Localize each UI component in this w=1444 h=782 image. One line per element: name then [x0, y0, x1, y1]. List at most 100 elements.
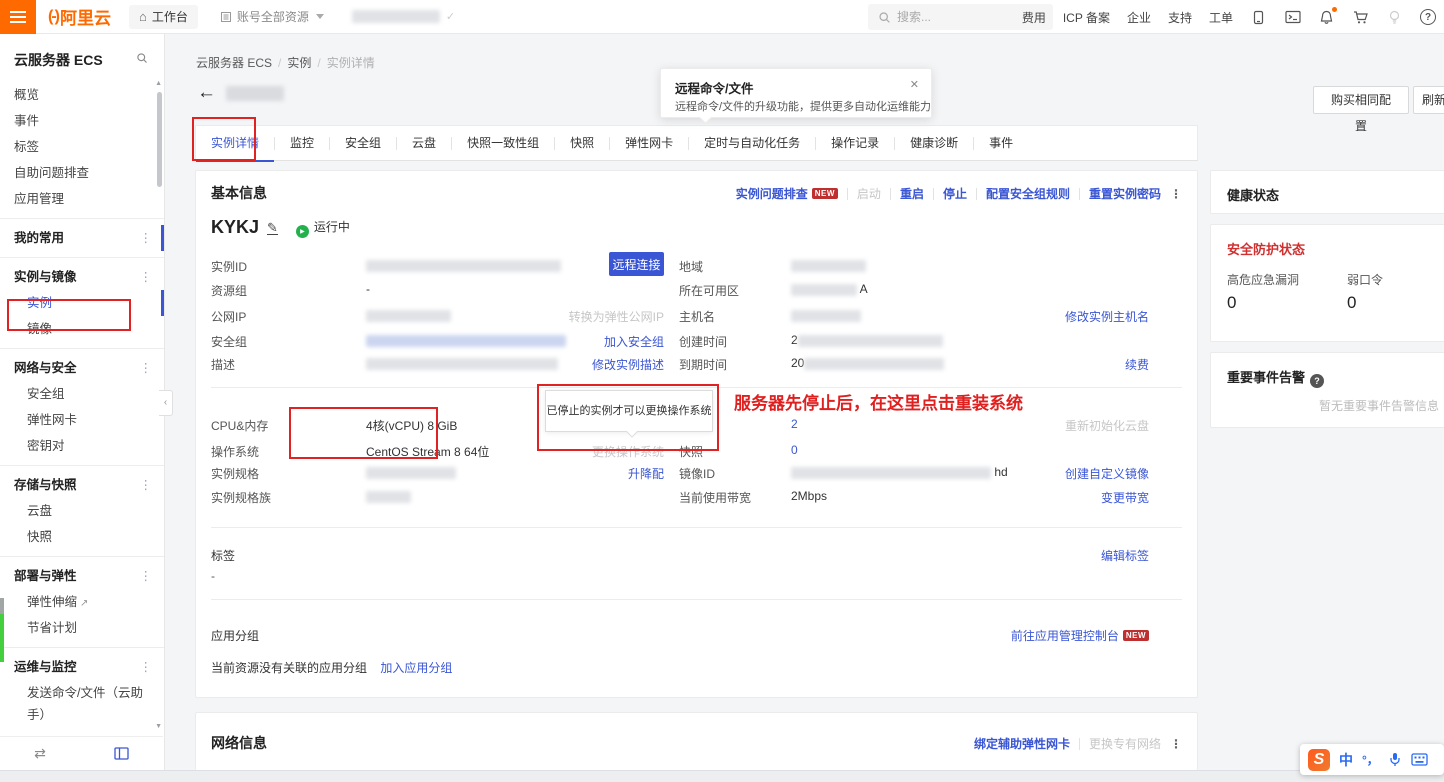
- sidebar-item-app-management[interactable]: 应用管理: [0, 186, 164, 212]
- more-vertical-icon[interactable]: ⋮: [140, 264, 153, 290]
- sidebar-search-icon[interactable]: [136, 51, 148, 67]
- renew-link[interactable]: 续费: [1125, 358, 1149, 372]
- scroll-down-icon[interactable]: ▼: [155, 723, 162, 730]
- tab-snapshot-consistency-groups[interactable]: 快照一致性组: [452, 125, 554, 161]
- tab-scheduled-tasks[interactable]: 定时与自动化任务: [689, 125, 815, 161]
- change-bandwidth-link[interactable]: 变更带宽: [1101, 491, 1149, 505]
- tab-instance-details[interactable]: 实例详情: [196, 125, 274, 161]
- more-vertical-icon[interactable]: ⋮: [140, 654, 153, 680]
- sidebar-item-events[interactable]: 事件: [0, 108, 164, 134]
- sidebar-group-deploy-elasticity[interactable]: 部署与弹性⋮: [0, 563, 164, 589]
- ime-punctuation-toggle[interactable]: °，: [1362, 751, 1379, 768]
- tab-security-groups[interactable]: 安全组: [330, 125, 396, 161]
- upgrade-downgrade-link[interactable]: 升降配: [628, 467, 664, 481]
- refresh-button[interactable]: 刷新: [1413, 86, 1444, 114]
- search-input[interactable]: [897, 10, 1027, 24]
- sidebar-item-send-command[interactable]: 发送命令/文件（云助手）: [0, 680, 164, 726]
- modify-description-link[interactable]: 修改实例描述: [592, 358, 664, 372]
- join-app-group-link[interactable]: 加入应用分组: [380, 661, 452, 675]
- tab-snapshots[interactable]: 快照: [555, 125, 609, 161]
- ime-language-toggle[interactable]: 中: [1339, 750, 1353, 770]
- menu-enterprise[interactable]: 企业: [1127, 9, 1151, 26]
- sidebar-item-savings-plan[interactable]: 节省计划: [0, 615, 164, 641]
- action-start[interactable]: 启动: [857, 185, 881, 202]
- action-stop[interactable]: 停止: [943, 185, 967, 202]
- sidebar-item-disks[interactable]: 云盘: [0, 498, 164, 524]
- menu-icp[interactable]: ICP 备案: [1063, 9, 1110, 26]
- sidebar-group-network-security[interactable]: 网络与安全⋮: [0, 355, 164, 381]
- keyboard-icon[interactable]: [1411, 753, 1428, 766]
- sidebar-item-overview[interactable]: 概览: [0, 82, 164, 108]
- breadcrumb-instances[interactable]: 实例: [287, 56, 311, 70]
- eni-count-value[interactable]: 2: [791, 417, 798, 431]
- change-vpc-link[interactable]: 更换专有网络: [1089, 735, 1161, 752]
- snapshot-count-value[interactable]: 0: [791, 443, 798, 457]
- tab-disks[interactable]: 云盘: [397, 125, 451, 161]
- more-vertical-icon[interactable]: ⋮: [140, 225, 153, 251]
- close-icon[interactable]: ✕: [910, 78, 919, 91]
- sidebar-group-favorites[interactable]: 我的常用⋮: [0, 225, 164, 251]
- menu-billing[interactable]: 费用: [1022, 9, 1046, 26]
- tab-health-diagnosis[interactable]: 健康诊断: [895, 125, 973, 161]
- action-reset-password[interactable]: 重置实例密码: [1089, 185, 1161, 202]
- menu-support[interactable]: 支持: [1168, 9, 1192, 26]
- breadcrumb-ecs[interactable]: 云服务器 ECS: [196, 56, 272, 70]
- sogou-logo[interactable]: S: [1308, 749, 1330, 771]
- help-icon[interactable]: ?: [1420, 9, 1436, 25]
- sidebar-group-ops-monitoring[interactable]: 运维与监控⋮: [0, 654, 164, 680]
- account-scope-dropdown[interactable]: 账号全部资源: [220, 8, 324, 25]
- sidebar-collapse-handle[interactable]: ‹: [159, 390, 173, 416]
- more-vertical-icon[interactable]: ⋮: [1170, 737, 1182, 751]
- workbench-button[interactable]: ⌂ 工作台: [129, 5, 198, 29]
- mobile-app-icon[interactable]: [1250, 9, 1267, 26]
- more-vertical-icon[interactable]: ⋮: [1170, 187, 1182, 201]
- sidebar-scrollbar-thumb[interactable]: [157, 92, 162, 187]
- action-troubleshoot[interactable]: 实例问题排查: [736, 185, 808, 202]
- tab-events[interactable]: 事件: [974, 125, 1028, 161]
- scroll-up-icon[interactable]: ▲: [155, 80, 162, 87]
- action-configure-sg-rules[interactable]: 配置安全组规则: [986, 185, 1070, 202]
- bind-secondary-eni-link[interactable]: 绑定辅助弹性网卡: [974, 735, 1070, 752]
- back-button[interactable]: ←: [197, 83, 216, 103]
- convert-to-eip-link[interactable]: 转换为弹性公网IP: [569, 310, 664, 324]
- help-icon[interactable]: ?: [1310, 374, 1324, 388]
- shopping-cart-icon[interactable]: [1352, 9, 1369, 26]
- sidebar-item-images[interactable]: 镜像: [0, 316, 164, 342]
- tab-monitoring[interactable]: 监控: [275, 125, 329, 161]
- sidebar-item-instances[interactable]: 实例: [0, 290, 164, 316]
- microphone-icon[interactable]: [1388, 752, 1402, 767]
- aliyun-logo[interactable]: (-) 阿里云: [48, 4, 111, 29]
- more-vertical-icon[interactable]: ⋮: [140, 472, 153, 498]
- action-restart[interactable]: 重启: [900, 185, 924, 202]
- sidebar-item-self-diagnosis[interactable]: 自助问题排查: [0, 160, 164, 186]
- hamburger-menu-button[interactable]: [0, 0, 36, 34]
- lightbulb-icon[interactable]: [1386, 9, 1403, 26]
- reinitialize-disk-link[interactable]: 重新初始化云盘: [1065, 419, 1149, 433]
- tab-eni[interactable]: 弹性网卡: [610, 125, 688, 161]
- cloudshell-icon[interactable]: [1284, 9, 1301, 26]
- edit-name-icon[interactable]: ✎: [267, 221, 278, 235]
- join-security-group-link[interactable]: 加入安全组: [604, 335, 664, 349]
- remote-connect-button[interactable]: 远程连接: [609, 252, 664, 276]
- sidebar-item-auto-scaling[interactable]: 弹性伸缩↗: [0, 589, 164, 615]
- collapse-panel-icon[interactable]: [114, 747, 129, 760]
- change-os-link[interactable]: 更换操作系统: [592, 445, 664, 459]
- tab-operation-records[interactable]: 操作记录: [816, 125, 894, 161]
- sidebar-group-storage-snapshots[interactable]: 存储与快照⋮: [0, 472, 164, 498]
- sidebar-item-key-pairs[interactable]: 密钥对: [0, 433, 164, 459]
- swap-icon[interactable]: ⇄: [34, 745, 46, 762]
- edit-tags-link[interactable]: 编辑标签: [1101, 549, 1149, 563]
- menu-tickets[interactable]: 工单: [1209, 9, 1233, 26]
- sidebar-item-security-groups[interactable]: 安全组: [0, 381, 164, 407]
- sidebar-item-snapshots[interactable]: 快照: [0, 524, 164, 550]
- notification-bell-icon[interactable]: [1318, 9, 1335, 26]
- sidebar-item-eni[interactable]: 弹性网卡: [0, 407, 164, 433]
- go-app-console-link[interactable]: 前往应用管理控制台: [1011, 629, 1119, 643]
- more-vertical-icon[interactable]: ⋮: [140, 355, 153, 381]
- sidebar-item-tags[interactable]: 标签: [0, 134, 164, 160]
- modify-hostname-link[interactable]: 修改实例主机名: [1065, 310, 1149, 324]
- buy-same-config-button[interactable]: 购买相同配置: [1313, 86, 1409, 114]
- create-custom-image-link[interactable]: 创建自定义镜像: [1065, 467, 1149, 481]
- more-vertical-icon[interactable]: ⋮: [140, 563, 153, 589]
- sidebar-group-instances-images[interactable]: 实例与镜像⋮: [0, 264, 164, 290]
